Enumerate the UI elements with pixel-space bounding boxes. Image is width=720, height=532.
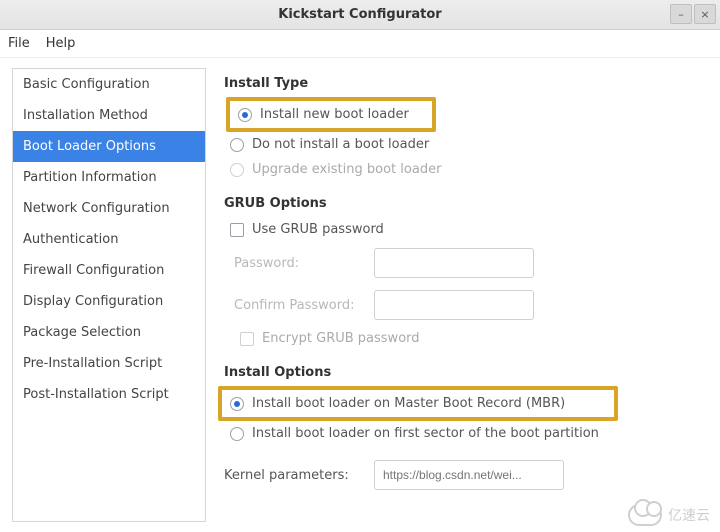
minimize-button[interactable]: – <box>670 4 692 24</box>
sidebar-item-label: Package Selection <box>23 325 141 340</box>
option-label: Upgrade existing boot loader <box>252 162 441 177</box>
radio-icon <box>238 108 252 122</box>
sidebar-item-authentication[interactable]: Authentication <box>13 224 205 255</box>
sidebar-item-firewall-configuration[interactable]: Firewall Configuration <box>13 255 205 286</box>
sidebar-item-package-selection[interactable]: Package Selection <box>13 317 205 348</box>
window-title: Kickstart Configurator <box>278 7 441 22</box>
install-type-title: Install Type <box>224 76 704 91</box>
menu-help[interactable]: Help <box>46 36 76 51</box>
close-icon: × <box>700 8 709 21</box>
highlight-install-new: Install new boot loader <box>226 97 436 132</box>
window-controls: – × <box>670 4 716 24</box>
sidebar-item-basic-configuration[interactable]: Basic Configuration <box>13 69 205 100</box>
row-kernel-parameters: Kernel parameters: <box>224 454 704 496</box>
sidebar-item-label: Boot Loader Options <box>23 139 156 154</box>
close-button[interactable]: × <box>694 4 716 24</box>
option-label: Install new boot loader <box>260 107 409 122</box>
input-kernel-parameters[interactable] <box>374 460 564 490</box>
highlight-install-mbr: Install boot loader on Master Boot Recor… <box>218 386 618 421</box>
row-password: Password: <box>224 242 704 284</box>
sidebar-item-label: Authentication <box>23 232 118 247</box>
sidebar-item-label: Basic Configuration <box>23 77 150 92</box>
sidebar-item-label: Partition Information <box>23 170 157 185</box>
sidebar-item-boot-loader-options[interactable]: Boot Loader Options <box>13 131 205 162</box>
radio-install-new[interactable]: Install new boot loader <box>232 102 430 127</box>
sidebar-item-post-installation-script[interactable]: Post-Installation Script <box>13 379 205 410</box>
radio-install-mbr[interactable]: Install boot loader on Master Boot Recor… <box>224 391 612 416</box>
radio-install-first-sector[interactable]: Install boot loader on first sector of t… <box>224 421 704 446</box>
sidebar: Basic Configuration Installation Method … <box>12 68 206 522</box>
install-options-title: Install Options <box>224 365 704 380</box>
menubar: File Help <box>0 30 720 58</box>
check-encrypt-grub-password: Encrypt GRUB password <box>224 326 704 351</box>
check-use-grub-password[interactable]: Use GRUB password <box>224 217 704 242</box>
sidebar-item-label: Network Configuration <box>23 201 170 216</box>
checkbox-icon <box>230 223 244 237</box>
radio-upgrade-existing: Upgrade existing boot loader <box>224 157 704 182</box>
option-label: Encrypt GRUB password <box>262 331 420 346</box>
radio-icon <box>230 138 244 152</box>
option-label: Do not install a boot loader <box>252 137 429 152</box>
option-label: Install boot loader on Master Boot Recor… <box>252 396 565 411</box>
sidebar-item-pre-installation-script[interactable]: Pre-Installation Script <box>13 348 205 379</box>
option-label: Use GRUB password <box>252 222 384 237</box>
sidebar-item-label: Post-Installation Script <box>23 387 169 402</box>
grub-options-title: GRUB Options <box>224 196 704 211</box>
radio-icon <box>230 397 244 411</box>
label-password: Password: <box>234 256 364 271</box>
radio-do-not-install[interactable]: Do not install a boot loader <box>224 132 704 157</box>
menu-file[interactable]: File <box>8 36 30 51</box>
input-confirm-password <box>374 290 534 320</box>
label-confirm-password: Confirm Password: <box>234 298 364 313</box>
sidebar-item-label: Display Configuration <box>23 294 163 309</box>
titlebar: Kickstart Configurator – × <box>0 0 720 30</box>
main-area: Basic Configuration Installation Method … <box>0 58 720 532</box>
sidebar-item-label: Pre-Installation Script <box>23 356 162 371</box>
minimize-icon: – <box>678 8 684 21</box>
sidebar-item-network-configuration[interactable]: Network Configuration <box>13 193 205 224</box>
content-panel: Install Type Install new boot loader Do … <box>214 58 720 532</box>
label-kernel-parameters: Kernel parameters: <box>224 468 364 483</box>
sidebar-item-label: Firewall Configuration <box>23 263 164 278</box>
checkbox-icon <box>240 332 254 346</box>
input-password <box>374 248 534 278</box>
option-label: Install boot loader on first sector of t… <box>252 426 599 441</box>
radio-icon <box>230 163 244 177</box>
sidebar-item-installation-method[interactable]: Installation Method <box>13 100 205 131</box>
sidebar-item-label: Installation Method <box>23 108 148 123</box>
row-confirm-password: Confirm Password: <box>224 284 704 326</box>
sidebar-item-partition-information[interactable]: Partition Information <box>13 162 205 193</box>
radio-icon <box>230 427 244 441</box>
sidebar-item-display-configuration[interactable]: Display Configuration <box>13 286 205 317</box>
